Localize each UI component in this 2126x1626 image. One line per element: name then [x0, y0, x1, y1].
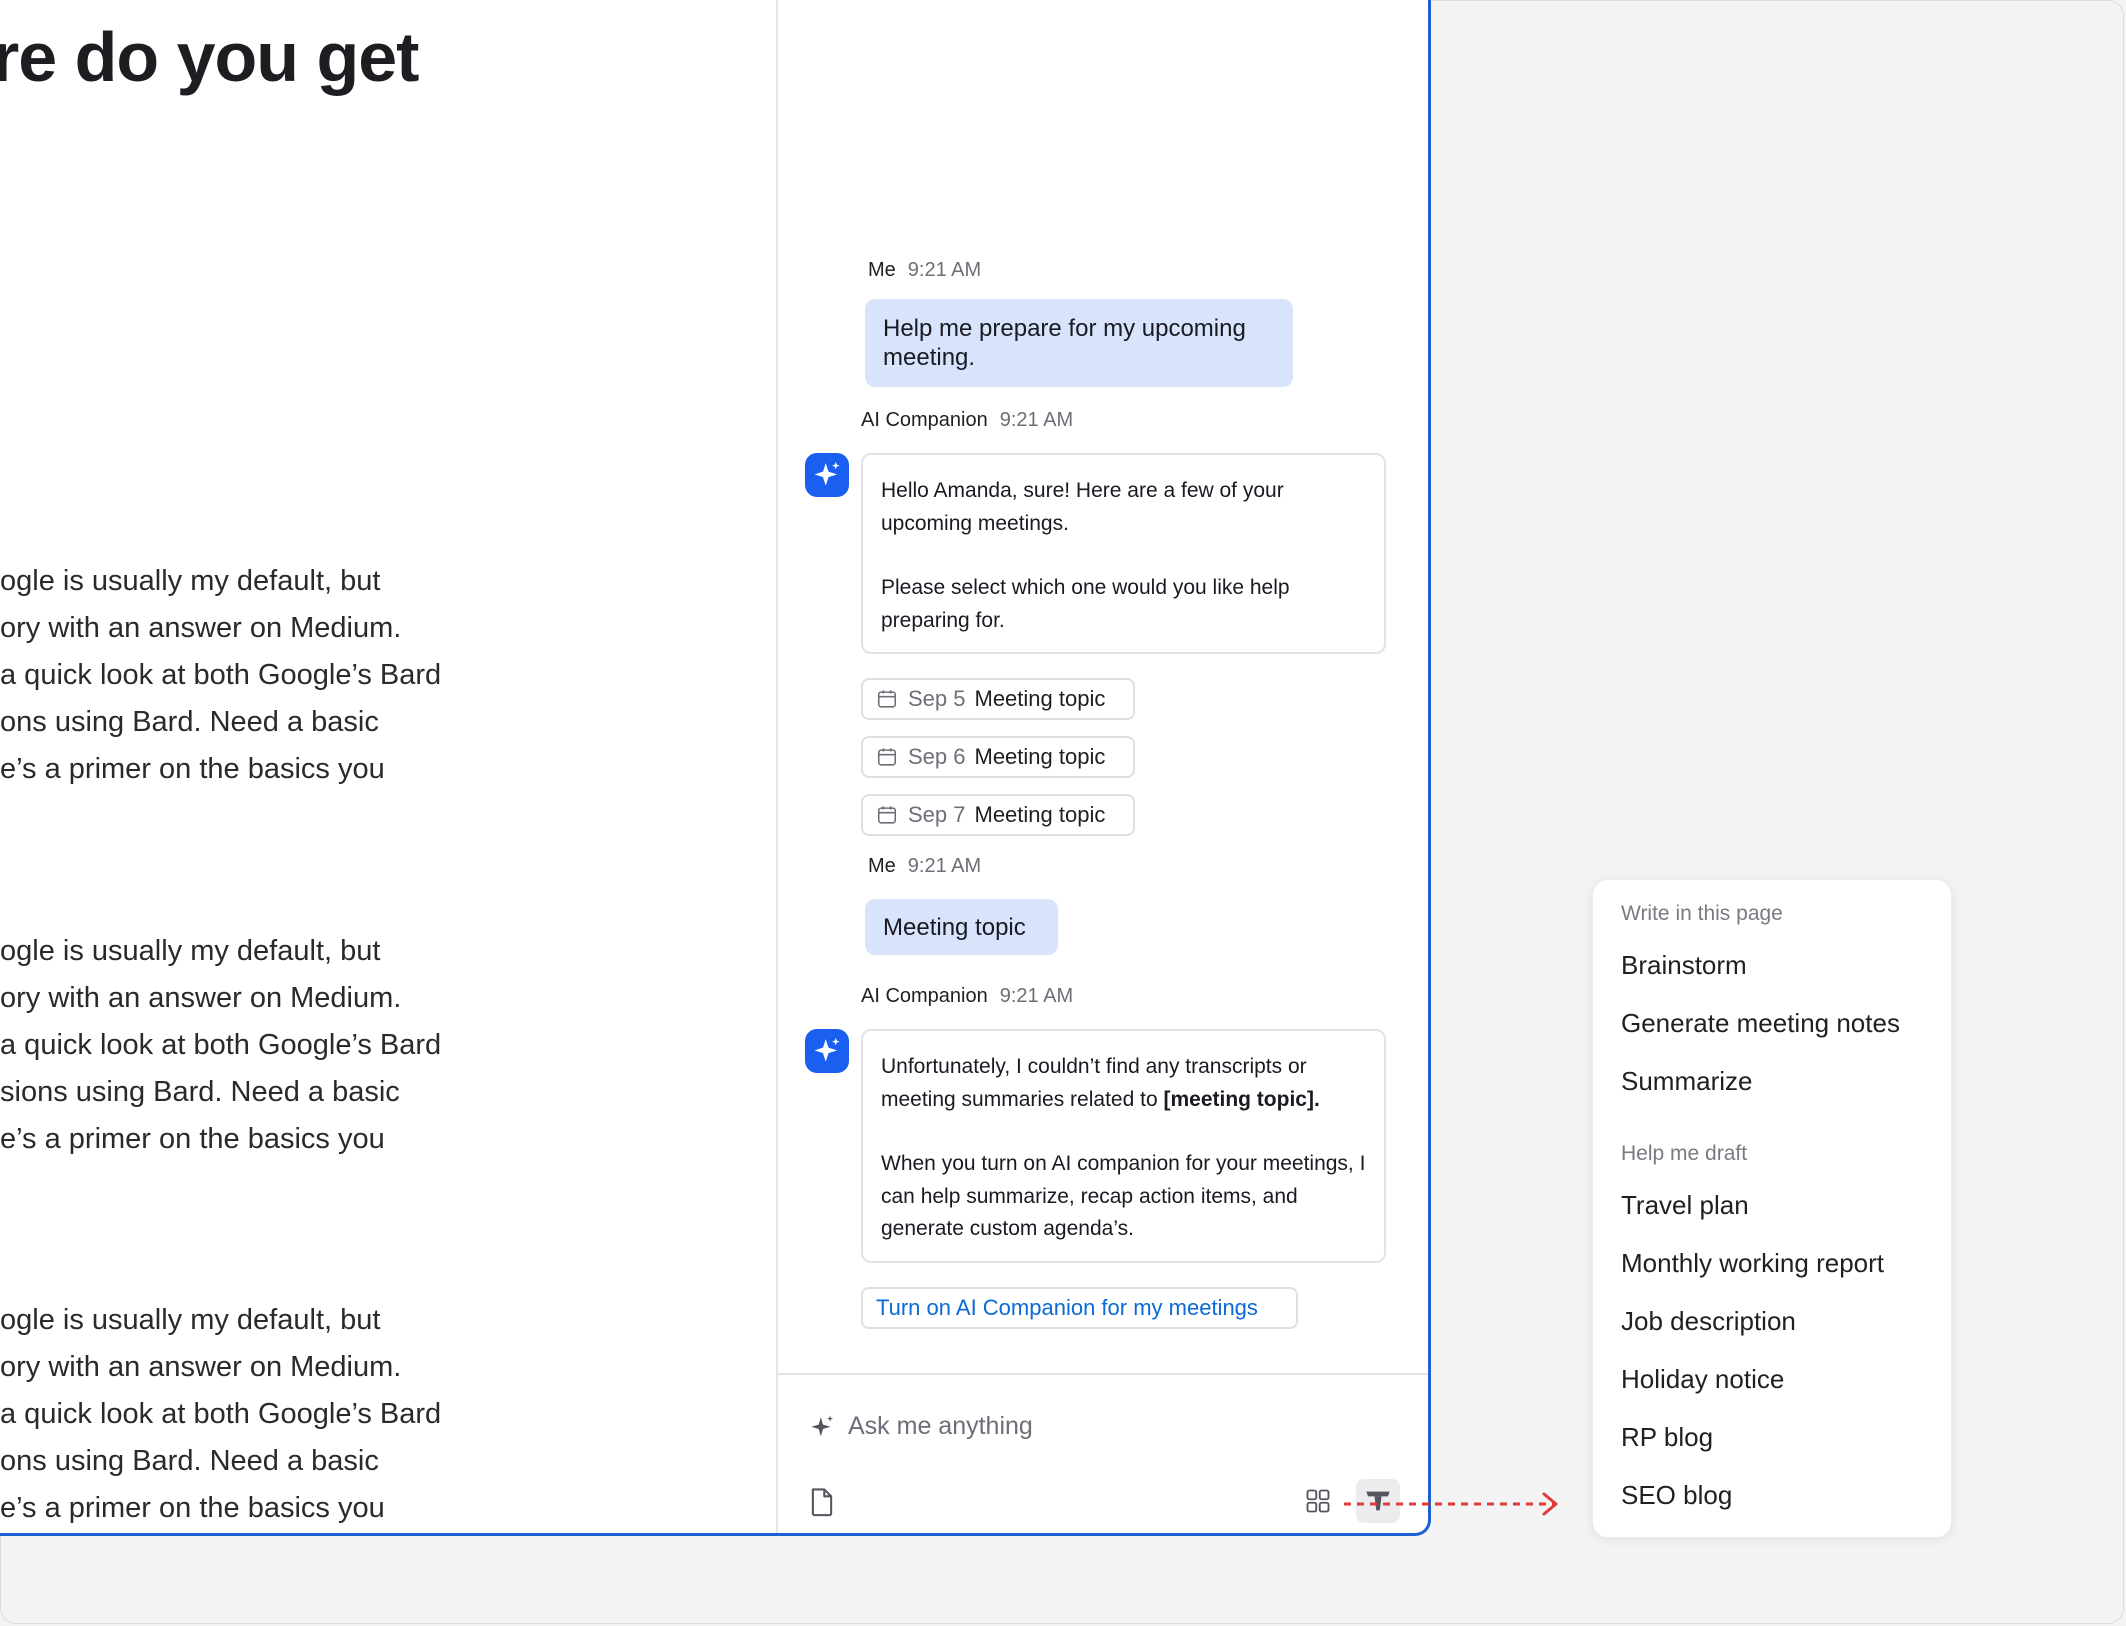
message-meta: AI Companion 9:21 AM	[861, 985, 1073, 1008]
message-sender: Me	[868, 259, 896, 281]
menu-item-brainstorm[interactable]: Brainstorm	[1621, 950, 1747, 981]
document-paragraph: ogle is usually my default, but ory with…	[0, 1297, 760, 1532]
paragraph-line: e’s a primer on the basics you	[0, 1492, 385, 1524]
paragraph-line: ory with an answer on Medium.	[0, 982, 402, 1014]
message-sender: AI Companion	[861, 409, 988, 431]
ai-actions-menu: Write in this page Brainstorm Generate m…	[1592, 879, 1952, 1538]
paragraph-line: a quick look at both Google’s Bard	[0, 1398, 442, 1430]
message-time: 9:21 AM	[907, 855, 982, 877]
meeting-date: Sep 6	[908, 744, 966, 769]
grid-icon[interactable]	[1302, 1485, 1334, 1517]
calendar-icon	[877, 748, 897, 766]
ai-avatar	[805, 453, 849, 497]
message-text: When you turn on AI companion for your m…	[881, 1152, 1366, 1240]
menu-section-title: Write in this page	[1621, 902, 1783, 925]
paragraph-line: sions using Bard. Need a basic	[0, 1076, 400, 1108]
chat-composer	[778, 1373, 1428, 1533]
paragraph-line: ory with an answer on Medium.	[0, 612, 402, 644]
sparkle-icon	[814, 461, 840, 486]
calendar-icon	[877, 690, 897, 708]
menu-item-travel-plan[interactable]: Travel plan	[1621, 1190, 1749, 1221]
paragraph-line: ogle is usually my default, but	[0, 935, 381, 967]
ai-message-bubble: Unfortunately, I couldn’t find any trans…	[861, 1029, 1386, 1263]
menu-item-holiday-notice[interactable]: Holiday notice	[1621, 1364, 1784, 1395]
paragraph-line: a quick look at both Google’s Bard	[0, 1029, 442, 1061]
file-icon[interactable]	[806, 1485, 838, 1519]
user-message-bubble: Help me prepare for my upcoming meeting.	[865, 299, 1293, 387]
menu-item-job-description[interactable]: Job description	[1621, 1306, 1796, 1337]
message-sender: AI Companion	[861, 985, 988, 1007]
paragraph-line: ogle is usually my default, but	[0, 1304, 381, 1336]
message-sender: Me	[868, 855, 896, 877]
paragraph-line: a quick look at both Google’s Bard	[0, 659, 442, 691]
ai-message-bubble: Hello Amanda, sure! Here are a few of yo…	[861, 453, 1386, 654]
meeting-option-chip[interactable]: Sep 6 Meeting topic	[861, 736, 1135, 778]
editor-window: re do you get ogle is usually my default…	[0, 0, 1431, 1536]
message-text-bold: [meeting topic].	[1163, 1087, 1320, 1111]
paragraph-line: ory with an answer on Medium.	[0, 1351, 402, 1383]
document-heading: re do you get	[0, 18, 419, 96]
menu-item-summarize[interactable]: Summarize	[1621, 1066, 1752, 1097]
meeting-option-chip[interactable]: Sep 7 Meeting topic	[861, 794, 1135, 836]
ai-companion-panel: Me 9:21 AM Help me prepare for my upcomin…	[776, 0, 1428, 1533]
menu-item-monthly-working-report[interactable]: Monthly working report	[1621, 1248, 1884, 1279]
meeting-topic: Meeting topic	[974, 744, 1106, 769]
paragraph-line: ogle is usually my default, but	[0, 565, 381, 597]
paragraph-line: e’s a primer on the basics you	[0, 1123, 385, 1155]
document-paragraph: ogle is usually my default, but ory with…	[0, 558, 760, 793]
message-meta: Me 9:21 AM	[868, 855, 981, 878]
turn-on-ai-companion-button[interactable]: Turn on AI Companion for my meetings	[861, 1287, 1298, 1329]
paragraph-line: ons using Bard. Need a basic	[0, 706, 379, 738]
sparkle-icon	[814, 1037, 840, 1062]
menu-item-rp-blog[interactable]: RP blog	[1621, 1422, 1713, 1453]
calendar-icon	[877, 806, 897, 824]
sparkle-icon	[809, 1413, 837, 1441]
message-text: Unfortunately, I couldn’t find any trans…	[881, 1051, 1366, 1116]
message-text: Meeting topic	[883, 913, 1026, 941]
message-meta: AI Companion 9:21 AM	[861, 409, 1073, 432]
message-time: 9:21 AM	[999, 409, 1074, 431]
message-time: 9:21 AM	[907, 259, 982, 281]
paragraph-line: e’s a primer on the basics you	[0, 753, 385, 785]
message-meta: Me 9:21 AM	[868, 259, 981, 282]
arrow-right-icon	[1344, 1492, 1558, 1516]
ai-avatar	[805, 1029, 849, 1073]
menu-section-title: Help me draft	[1621, 1142, 1748, 1165]
user-message-bubble: Meeting topic	[865, 899, 1058, 955]
paragraph-line: ons using Bard. Need a basic	[0, 1445, 379, 1477]
menu-item-generate-meeting-notes[interactable]: Generate meeting notes	[1621, 1008, 1900, 1039]
meeting-date: Sep 7	[908, 802, 966, 827]
message-text: Help me prepare for my upcoming meeting.	[883, 315, 1246, 371]
meeting-option-chip[interactable]: Sep 5 Meeting topic	[861, 678, 1135, 720]
meeting-date: Sep 5	[908, 686, 966, 711]
document-paragraph: ogle is usually my default, but ory with…	[0, 928, 760, 1163]
message-text: Hello Amanda, sure! Here are a few of yo…	[881, 479, 1284, 535]
meeting-topic: Meeting topic	[974, 686, 1106, 711]
ask-input[interactable]	[846, 1405, 1350, 1447]
document-area: re do you get ogle is usually my default…	[0, 0, 776, 1533]
meeting-topic: Meeting topic	[974, 802, 1106, 827]
message-text: Please select which one would you like h…	[881, 576, 1290, 632]
message-time: 9:21 AM	[999, 985, 1074, 1007]
menu-item-seo-blog[interactable]: SEO blog	[1621, 1480, 1732, 1511]
